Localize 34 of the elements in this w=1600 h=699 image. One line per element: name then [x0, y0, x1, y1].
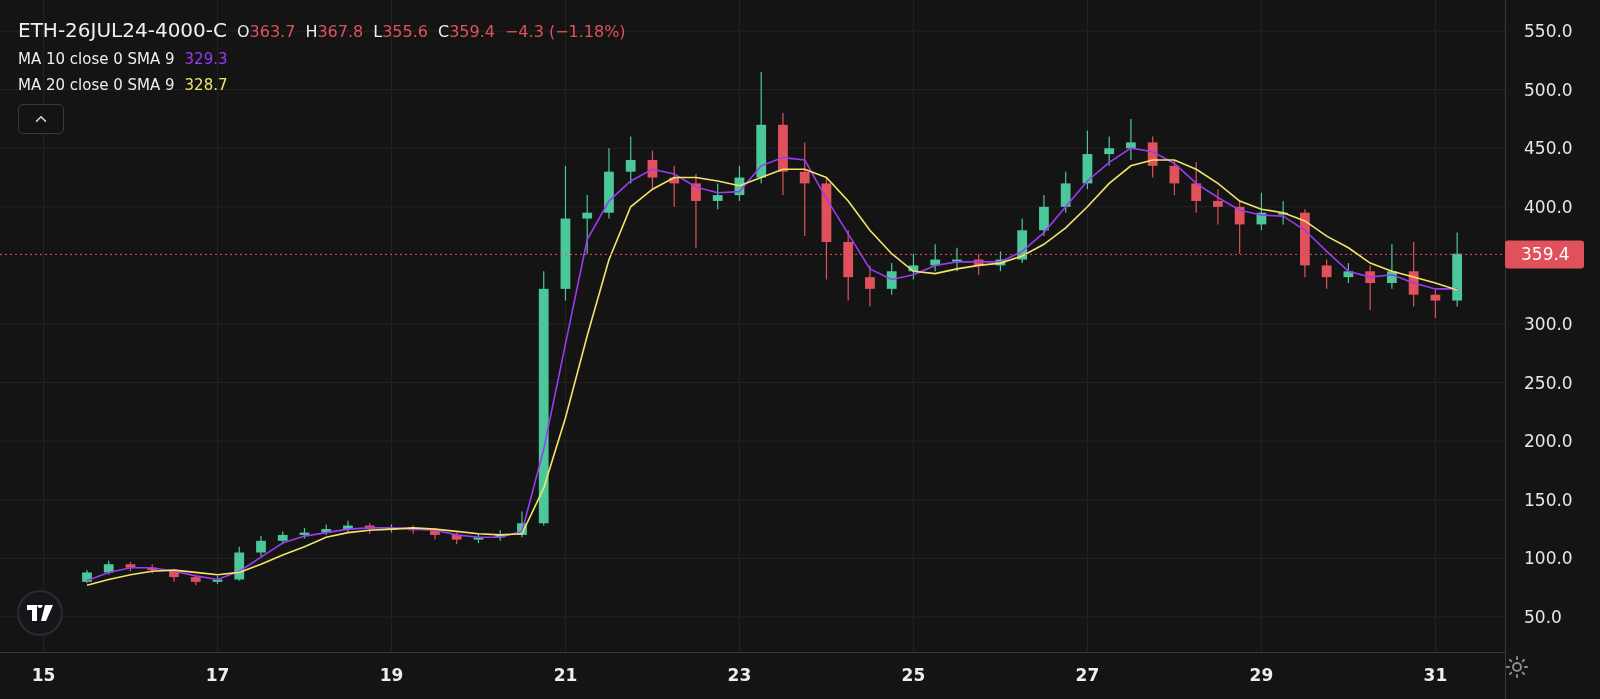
axis-label: 17	[205, 665, 230, 685]
indicator-name: MA 10 close 0 SMA 9	[18, 50, 175, 68]
axis-label: 15	[31, 665, 56, 685]
axis-label: 200.0	[1524, 431, 1573, 452]
axis-label: 29	[1249, 665, 1274, 685]
axis-label: 150.0	[1524, 489, 1573, 510]
ohlc-label: C	[437, 22, 450, 41]
ohlc-value: 355.6	[382, 22, 428, 41]
axis-label: 300.0	[1524, 314, 1573, 334]
axis-label: 21	[553, 665, 578, 685]
price-change: −4.3 (−1.18%)	[504, 22, 626, 41]
axis-label: 25	[901, 665, 926, 685]
ohlc-label: H	[305, 22, 318, 41]
ohlc-value: 363.7	[249, 22, 296, 41]
axis-label: 250.0	[1524, 372, 1573, 393]
axis-label: 450.0	[1524, 138, 1573, 159]
symbol-title: ETH-26JUL24-4000-C	[18, 18, 227, 42]
ohlc-label: L	[373, 22, 383, 41]
indicator-value: 328.7	[184, 76, 228, 94]
axis-label: 500.0	[1524, 79, 1573, 100]
axis-label: 19	[379, 665, 404, 685]
ohlc-value: 359.4	[449, 22, 495, 41]
indicator-value: 329.3	[184, 50, 228, 68]
axis-label: 23	[727, 665, 752, 685]
axis-label: 50.0	[1524, 606, 1562, 627]
price-label: 359.4	[1521, 244, 1570, 265]
axis-label: 550.0	[1524, 21, 1573, 42]
ohlc-value: 367.8	[317, 22, 364, 41]
ohlc-label: O	[237, 22, 250, 41]
indicator-name: MA 20 close 0 SMA 9	[18, 76, 175, 94]
axis-label: 100.0	[1524, 548, 1573, 569]
axis-label: 27	[1075, 665, 1100, 685]
axis-label: 400.0	[1524, 196, 1573, 217]
axis-label: 31	[1423, 665, 1448, 685]
